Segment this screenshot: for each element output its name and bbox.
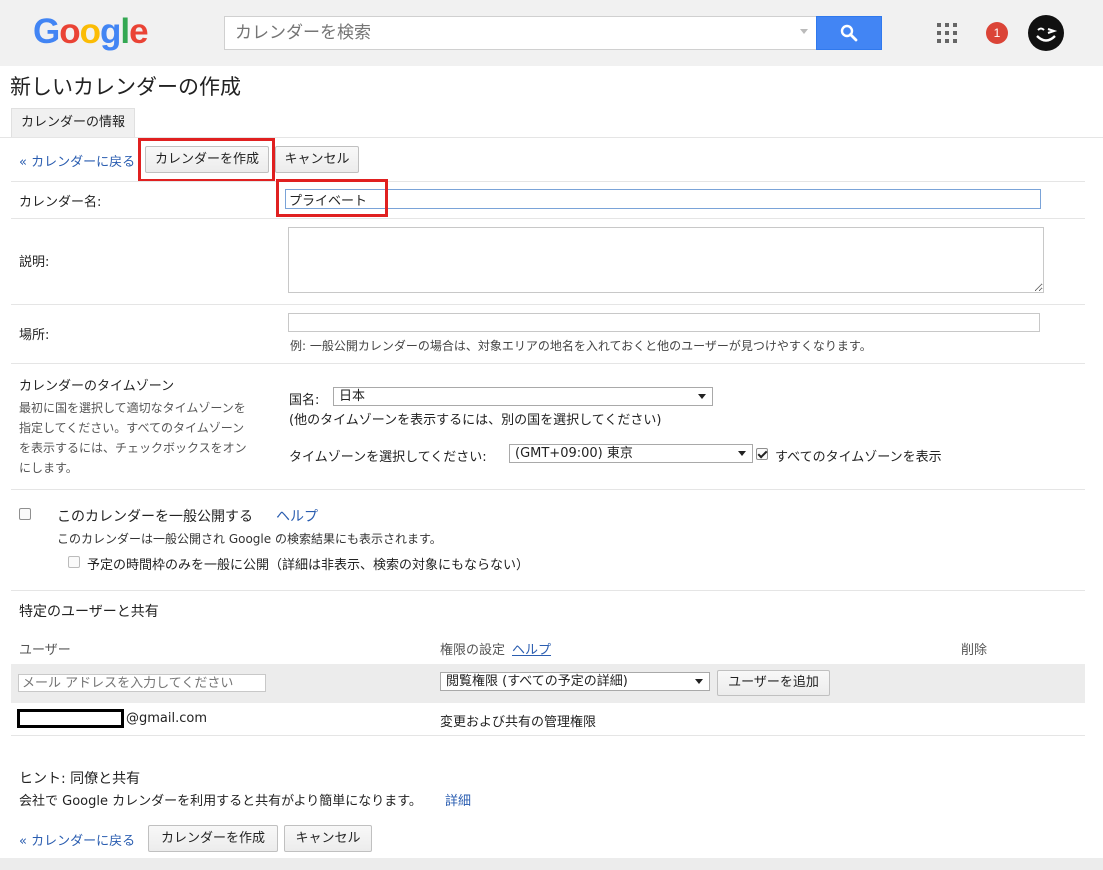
free-busy-checkbox[interactable] [68, 556, 80, 568]
logo-letter: g [100, 12, 121, 51]
search-icon [840, 24, 858, 42]
country-label: 国名: [289, 393, 320, 408]
free-busy-label: 予定の時間枠のみを一般に公開（詳細は非表示、検索の対象にもならない） [87, 558, 530, 573]
make-public-label: このカレンダーを一般公開する [57, 509, 253, 525]
column-permission-header: 権限の設定 [440, 643, 506, 658]
timezone-select-label: タイムゾーンを選択してください: [289, 450, 487, 465]
country-select[interactable]: 日本 [333, 387, 713, 406]
logo-letter: o [59, 12, 80, 51]
back-to-calendar-link[interactable]: « カレンダーに戻る [19, 151, 135, 170]
sharing-heading: 特定のユーザーと共有 [19, 604, 159, 620]
column-delete-header: 削除 [961, 643, 988, 658]
public-help-link[interactable]: ヘルプ [276, 506, 318, 526]
divider [11, 735, 1085, 736]
description-label: 説明: [19, 255, 50, 270]
location-hint: 例: 一般公開カレンダーの場合は、対象エリアの地名を入れておくと他のユーザーが見… [290, 339, 872, 353]
divider [11, 590, 1085, 591]
divider [11, 218, 1085, 219]
timezone-select[interactable]: (GMT+09:00) 東京 [509, 444, 753, 463]
cancel-button[interactable]: キャンセル [275, 146, 359, 173]
google-logo[interactable]: Google [33, 12, 149, 52]
search-box[interactable] [224, 16, 817, 50]
timezone-heading: カレンダーのタイムゾーン [19, 379, 175, 394]
location-label: 場所: [19, 328, 50, 343]
logo-letter: G [33, 12, 60, 51]
back-to-calendar-link-bottom[interactable]: « カレンダーに戻る [19, 830, 135, 849]
tab-calendar-info[interactable]: カレンダーの情報 [11, 108, 136, 137]
permission-select[interactable]: 閲覧権限 (すべての予定の詳細) [440, 672, 710, 691]
description-textarea[interactable] [288, 227, 1044, 293]
calendar-name-input[interactable] [285, 189, 1041, 209]
hint-title: ヒント: 同僚と共有 [19, 771, 141, 787]
page-title: 新しいカレンダーの作成 [10, 75, 241, 99]
footer-bar [0, 858, 1103, 870]
cancel-button-bottom[interactable]: キャンセル [284, 825, 372, 852]
column-user-header: ユーザー [19, 643, 71, 658]
owner-email: @gmail.com [126, 711, 208, 726]
highlight-create-button [138, 138, 275, 182]
search-input[interactable] [225, 17, 785, 49]
timezone-description: 最初に国を選択して適切なタイムゾーンを 指定してください。すべてのタイムゾーン … [19, 401, 247, 475]
divider [11, 304, 1085, 305]
divider [11, 181, 1085, 182]
hint-details-link[interactable]: 詳細 [445, 790, 471, 809]
divider [11, 489, 1085, 490]
add-user-button[interactable]: ユーザーを追加 [717, 670, 830, 696]
logo-letter: o [79, 12, 101, 51]
owner-permission: 変更および共有の管理権限 [440, 715, 597, 730]
divider [11, 363, 1085, 364]
hint-text: 会社で Google カレンダーを利用すると共有がより簡単になります。 [19, 794, 422, 809]
location-input[interactable] [288, 313, 1040, 332]
email-input[interactable] [18, 674, 266, 692]
country-hint: (他のタイムゾーンを表示するには、別の国を選択してください) [289, 413, 662, 428]
apps-grid-icon[interactable] [937, 23, 957, 43]
calendar-name-label: カレンダー名: [19, 195, 102, 210]
make-public-checkbox[interactable] [19, 508, 31, 520]
show-all-timezones-label: すべてのタイムゾーンを表示 [775, 450, 942, 465]
create-calendar-button-bottom[interactable]: カレンダーを作成 [148, 825, 278, 852]
public-note: このカレンダーは一般公開され Google の検索結果にも表示されます。 [57, 532, 442, 546]
search-dropdown-caret-icon[interactable] [800, 29, 808, 34]
permission-help-link[interactable]: ヘルプ [512, 639, 551, 658]
logo-letter: l [120, 12, 130, 51]
logo-letter: e [129, 12, 148, 51]
avatar-icon[interactable] [1028, 15, 1064, 51]
redacted-email [17, 709, 124, 728]
notification-badge[interactable]: 1 [986, 22, 1008, 44]
highlight-name-input [276, 179, 388, 217]
search-button[interactable] [816, 16, 882, 50]
show-all-timezones-checkbox[interactable] [756, 448, 768, 460]
